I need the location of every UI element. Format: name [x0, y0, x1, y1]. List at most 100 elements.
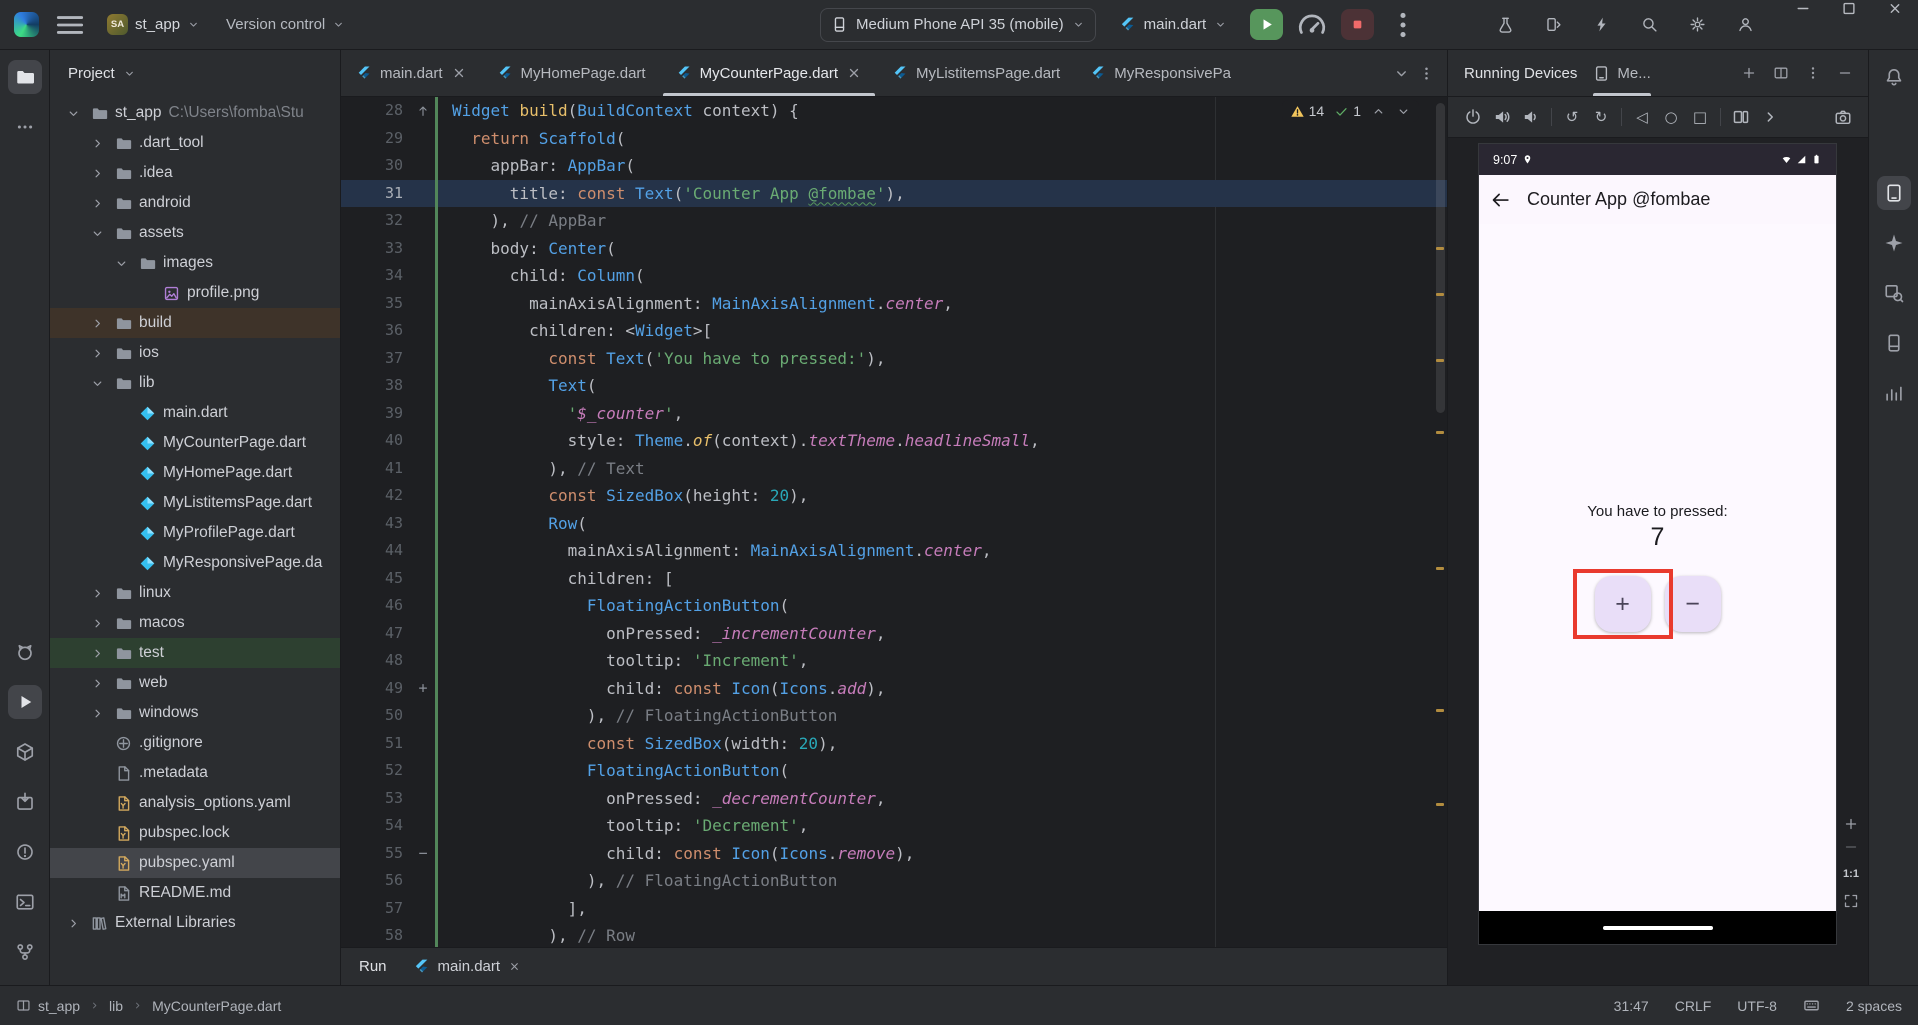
code-line-41[interactable]: 41 ), // Text [341, 454, 1447, 482]
tree-item-myprofilepage-dart[interactable]: MyProfilePage.dart [50, 518, 340, 548]
expand-toolbar-button[interactable] [1761, 108, 1779, 126]
code-line-48[interactable]: 48 tooltip: 'Increment', [341, 647, 1447, 675]
main-menu-icon[interactable] [53, 8, 87, 42]
tree-item-web[interactable]: web [50, 668, 340, 698]
tree-item-idea[interactable]: .idea [50, 158, 340, 188]
prev-issue-icon[interactable] [1371, 104, 1386, 119]
profiler-icon[interactable] [1295, 8, 1329, 42]
warnings-count[interactable]: 14 [1290, 103, 1324, 119]
tree-item-dart-tool[interactable]: .dart_tool [50, 128, 340, 158]
code-line-46[interactable]: 46 FloatingActionButton( [341, 592, 1447, 620]
tree-item-analysis-options-yaml[interactable]: analysis_options.yaml [50, 788, 340, 818]
layout-inspector-button[interactable] [1877, 276, 1911, 310]
tree-item-assets[interactable]: assets [50, 218, 340, 248]
tree-item-myhomepage-dart[interactable]: MyHomePage.dart [50, 458, 340, 488]
window-maximize-button[interactable] [1826, 0, 1872, 17]
decrement-fab[interactable]: − [1664, 576, 1721, 632]
tree-item-android[interactable]: android [50, 188, 340, 218]
running-devices-button[interactable] [1876, 176, 1911, 210]
chevron-down-icon[interactable] [123, 67, 136, 80]
tree-item-test[interactable]: test [50, 638, 340, 668]
window-layout-icon[interactable] [16, 998, 31, 1013]
run-tool-button[interactable] [7, 685, 42, 719]
code-line-56[interactable]: 56 ), // FloatingActionButton [341, 867, 1447, 895]
tree-item-pubspec-yaml[interactable]: pubspec.yaml [50, 848, 340, 878]
caret-position[interactable]: 31:47 [1614, 998, 1649, 1014]
code-line-40[interactable]: 40 style: Theme.of(context).textTheme.he… [341, 427, 1447, 455]
volume-up-button[interactable] [1493, 108, 1511, 126]
build-tool-button[interactable] [8, 735, 42, 769]
tree-chevron-icon[interactable] [86, 195, 108, 212]
close-icon[interactable] [451, 65, 467, 81]
code-line-49[interactable]: 49 + child: const Icon(Icons.add), [341, 674, 1447, 702]
zoom-in-button[interactable] [1843, 816, 1859, 832]
tree-item-external-libraries[interactable]: External Libraries [50, 908, 340, 938]
tree-item-mycounterpage-dart[interactable]: MyCounterPage.dart [50, 428, 340, 458]
code-editor[interactable]: 28 Widget build(BuildContext context) {29… [341, 97, 1447, 947]
tree-chevron-icon[interactable] [86, 675, 108, 692]
rotate-right-button[interactable]: ↻ [1592, 108, 1610, 126]
code-line-34[interactable]: 34 child: Column( [341, 262, 1447, 290]
breadcrumb-item[interactable]: st_app [38, 998, 80, 1014]
editor-tab-mycounterpage-dart[interactable]: MyCounterPage.dart [661, 50, 877, 96]
tree-item-linux[interactable]: linux [50, 578, 340, 608]
code-line-50[interactable]: 50 ), // FloatingActionButton [341, 702, 1447, 730]
device-explorer-button[interactable] [1877, 326, 1911, 360]
editor-tab-myhomepage-dart[interactable]: MyHomePage.dart [482, 50, 661, 96]
tree-item-lib[interactable]: lib [50, 368, 340, 398]
tree-item-ios[interactable]: ios [50, 338, 340, 368]
version-control-widget[interactable]: Version control [220, 12, 351, 37]
code-line-53[interactable]: 53 onPressed: _decrementCounter, [341, 784, 1447, 812]
close-icon[interactable] [508, 960, 521, 973]
run-config-selector[interactable]: main.dart [1108, 8, 1239, 42]
rotate-left-button[interactable]: ↺ [1563, 108, 1581, 126]
tree-chevron-icon[interactable] [86, 615, 108, 632]
device-mirror-icon[interactable] [1536, 8, 1570, 42]
code-line-47[interactable]: 47 onPressed: _incrementCounter, [341, 619, 1447, 647]
tree-chevron-icon[interactable] [86, 645, 108, 662]
app-inspection-button[interactable] [8, 785, 42, 819]
run-panel-title[interactable]: Run [359, 958, 387, 975]
code-line-38[interactable]: 38 Text( [341, 372, 1447, 400]
breadcrumb-item[interactable]: MyCounterPage.dart [152, 998, 281, 1014]
tree-chevron-icon[interactable] [62, 105, 84, 122]
project-tool-button[interactable] [7, 60, 42, 94]
hidden-tabs-icon[interactable] [1393, 65, 1410, 82]
version-control-button[interactable] [8, 935, 42, 969]
indent-size[interactable]: 2 spaces [1846, 998, 1902, 1014]
search-icon[interactable] [1632, 8, 1666, 42]
code-line-44[interactable]: 44 mainAxisAlignment: MainAxisAlignment.… [341, 537, 1447, 565]
tree-chevron-icon[interactable] [86, 315, 108, 332]
code-line-52[interactable]: 52 FloatingActionButton( [341, 757, 1447, 785]
tree-item-macos[interactable]: macos [50, 608, 340, 638]
terminal-button[interactable] [8, 885, 42, 919]
tree-chevron-icon[interactable] [86, 705, 108, 722]
file-encoding[interactable]: UTF-8 [1737, 998, 1777, 1014]
code-line-35[interactable]: 35 mainAxisAlignment: MainAxisAlignment.… [341, 289, 1447, 317]
code-line-54[interactable]: 54 tooltip: 'Decrement', [341, 812, 1447, 840]
code-line-30[interactable]: 30 appBar: AppBar( [341, 152, 1447, 180]
code-line-37[interactable]: 37 const Text('You have to pressed:'), [341, 344, 1447, 372]
tree-item-gitignore[interactable]: .gitignore [50, 728, 340, 758]
tree-chevron-icon[interactable] [62, 915, 84, 932]
profile-icon[interactable] [1728, 8, 1762, 42]
lightning-icon[interactable] [1584, 8, 1618, 42]
hide-panel-icon[interactable] [1832, 60, 1858, 86]
gesture-pill[interactable] [1602, 925, 1713, 930]
close-icon[interactable] [846, 65, 862, 81]
tab-options-icon[interactable] [1418, 65, 1435, 82]
code-line-33[interactable]: 33 body: Center( [341, 234, 1447, 262]
passed-count[interactable]: 1 [1334, 103, 1361, 119]
breadcrumb-item[interactable]: lib [109, 998, 123, 1014]
fold-button[interactable] [1732, 108, 1750, 126]
code-line-58[interactable]: 58 ), // Row [341, 922, 1447, 947]
tree-item-st-app[interactable]: st_app C:\Users\fomba\Stu [50, 98, 340, 128]
code-line-45[interactable]: 45 children: [ [341, 564, 1447, 592]
editor-tab-main-dart[interactable]: main.dart [341, 50, 482, 96]
app-insights-button[interactable] [1877, 376, 1911, 410]
code-line-39[interactable]: 39 '$_counter', [341, 399, 1447, 427]
line-separator[interactable]: CRLF [1675, 998, 1712, 1014]
code-line-31[interactable]: 31 title: const Text('Counter App @fomba… [341, 179, 1447, 207]
tree-item-myresponsivepage-da[interactable]: MyResponsivePage.da [50, 548, 340, 578]
indent-icon[interactable] [1803, 997, 1820, 1014]
